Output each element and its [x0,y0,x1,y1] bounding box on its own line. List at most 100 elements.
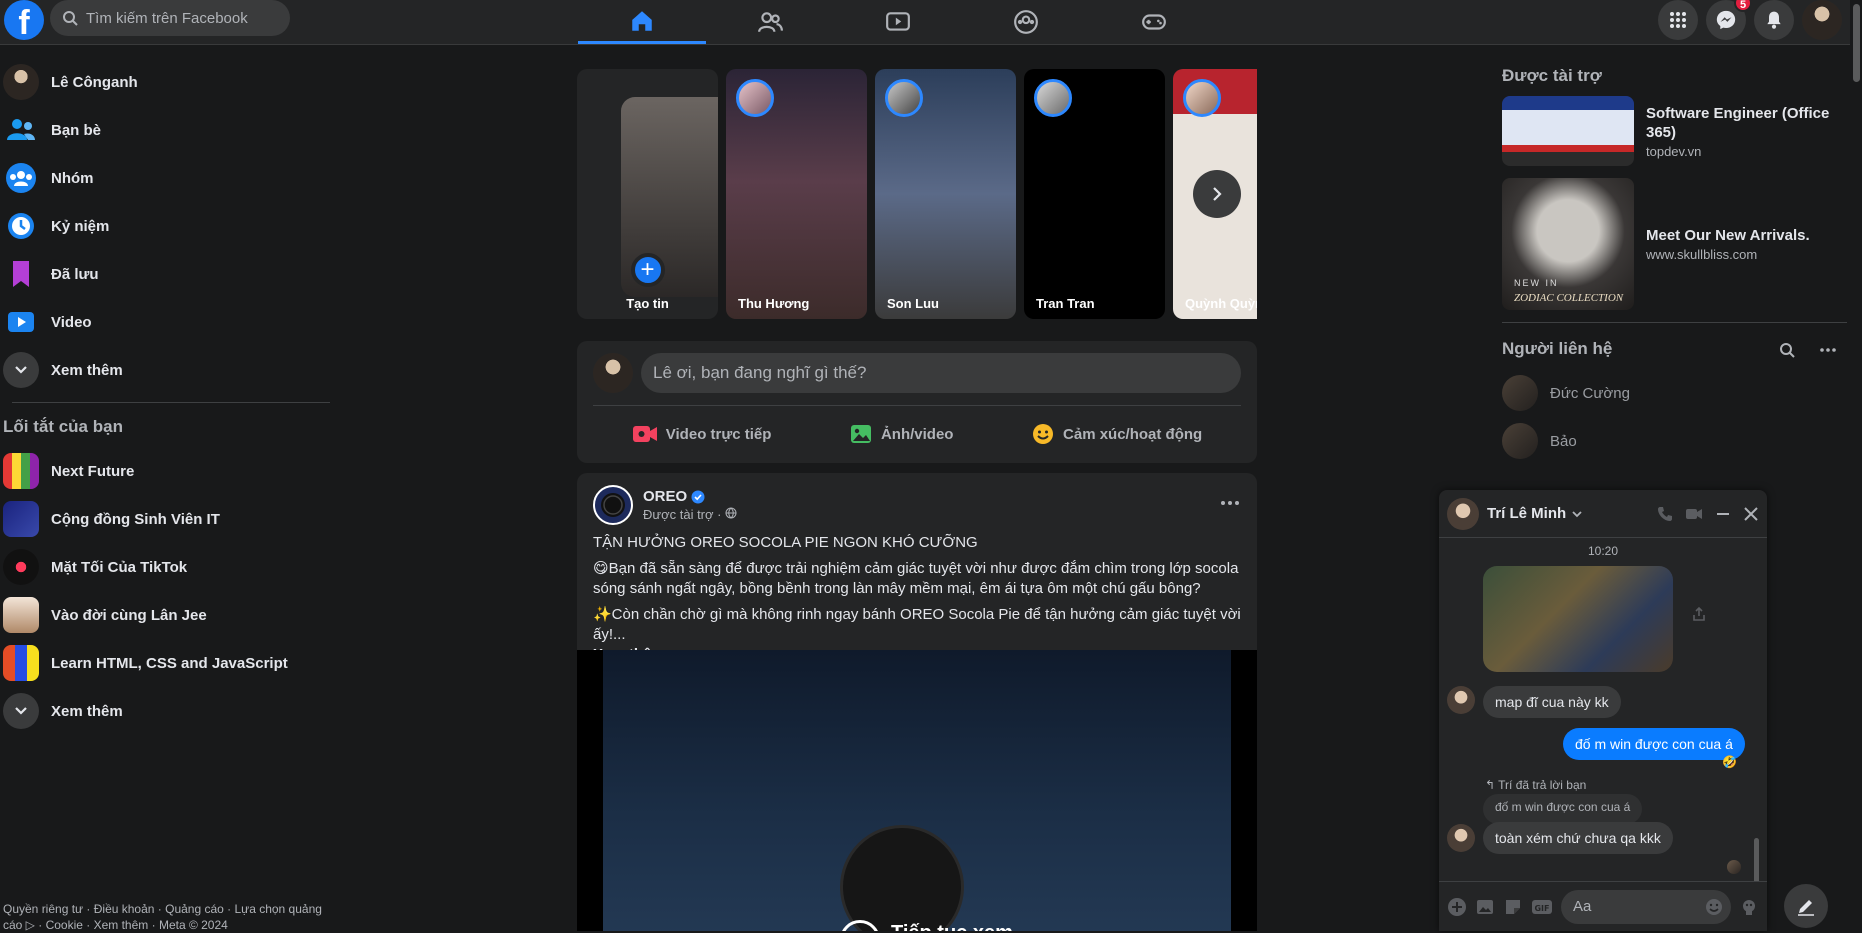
plus-circle-icon[interactable] [1447,897,1467,917]
sidebar-item-saved[interactable]: Đã lưu [0,250,340,298]
shortcut-see-more[interactable]: Xem thêm [0,687,340,735]
shortcut-item[interactable]: Learn HTML, CSS and JavaScript [0,639,340,687]
chat-composer: GIF [1439,881,1767,931]
compose-icon [1798,900,1814,916]
tab-friends[interactable] [706,0,834,44]
message-input[interactable] [1573,898,1663,915]
messenger-button[interactable]: 5 [1706,0,1752,40]
feeling-activity-button[interactable]: Cảm xúc/hoạt động [1031,414,1202,454]
video-call-icon[interactable] [1685,507,1703,521]
story-card[interactable]: Son Luu [875,69,1016,319]
tiktok-logo [3,549,39,585]
post-video[interactable]: Tiếp tục xem [577,650,1257,931]
photo-video-button[interactable]: Ảnh/video [849,414,953,454]
gif-icon[interactable]: GIF [1531,897,1553,917]
tab-gaming[interactable] [1090,0,1218,44]
tab-groups[interactable] [962,0,1090,44]
sidebar-item-groups[interactable]: Nhóm [0,154,340,202]
shortcut-label: Learn HTML, CSS and JavaScript [51,654,288,672]
search-icon[interactable] [1779,342,1795,358]
scrollbar-thumb[interactable] [1853,4,1860,82]
new-message-button[interactable] [1784,884,1828,928]
chevron-down-icon [1572,510,1582,517]
chat-scrollbar[interactable] [1754,838,1759,881]
incoming-message[interactable]: toàn xém chứ chưa qa kkk [1483,822,1673,854]
divider [12,402,330,403]
svg-text:GIF: GIF [1534,904,1549,913]
emoji-icon[interactable] [1705,898,1723,916]
shortcut-item[interactable]: Vào đời cùng Lân Jee [0,591,340,639]
feeling-activity-label: Cảm xúc/hoạt động [1063,425,1203,443]
post-author[interactable]: OREO [643,488,687,505]
bell-icon [1767,11,1781,29]
friends-icon [758,12,783,33]
sidebar-item-memories[interactable]: Kỷ niệm [0,202,340,250]
group-thumbnail [3,597,39,633]
tab-home[interactable] [578,0,706,44]
search-box[interactable] [50,0,290,36]
image-icon[interactable] [1475,897,1495,917]
contact-avatar [1502,423,1538,459]
quoted-message[interactable]: đố m win được con cua á [1483,794,1643,824]
shortcut-item[interactable]: Cộng đồng Sinh Viên IT [0,495,340,543]
shortcut-label: Cộng đồng Sinh Viên IT [51,510,220,528]
sidebar-item-video[interactable]: Video [0,298,340,346]
shortcut-label: Mặt Tối Của TikTok [51,558,188,576]
shortcut-item[interactable]: Mặt Tối Của TikTok [0,543,340,591]
create-story-card[interactable]: + Tạo tin [577,69,718,319]
ad-item[interactable]: Software Engineer (Office 365) topdev.vn [1502,96,1847,166]
sticker-icon[interactable] [1503,897,1523,917]
post-options-button[interactable] [1219,492,1241,519]
group-thumbnail [3,645,39,681]
main-tabs [578,0,1218,44]
ad-item[interactable]: NEW IN ZODIAC COLLECTION Meet Our New Ar… [1502,178,1847,310]
group-thumbnail [3,501,39,537]
sidebar-item-label: Nhóm [51,169,94,187]
minimize-icon[interactable] [1715,506,1731,522]
post-composer: Lê ơi, bạn đang nghĩ gì thế? Video trực … [577,341,1257,463]
outgoing-message[interactable]: đố m win được con cua á [1563,728,1745,760]
video-icon [3,304,39,340]
more-options-icon[interactable] [1819,341,1837,359]
live-video-button[interactable]: Video trực tiếp [632,414,771,454]
story-card[interactable]: Tran Tran [1024,69,1165,319]
chat-contact[interactable]: Trí Lê Minh [1487,505,1582,522]
profile-avatar[interactable] [1802,0,1842,40]
chat-window: Trí Lê Minh 10:20 map đĩ cua này kk đố m… [1439,490,1767,931]
shortcut-item[interactable]: Next Future [0,447,340,495]
menu-button[interactable] [1658,0,1698,40]
search-icon [63,11,78,26]
composer-input[interactable]: Lê ơi, bạn đang nghĩ gì thế? [641,353,1241,393]
contact-item[interactable]: Bảo [1502,417,1847,465]
page-scrollbar[interactable] [1850,0,1862,931]
shared-image[interactable] [1483,566,1673,672]
phone-icon[interactable] [1657,506,1673,522]
close-icon[interactable] [1743,506,1759,522]
ad-image [1502,96,1634,166]
sidebar-item-profile[interactable]: Lê Cônganh [0,58,340,106]
notifications-button[interactable] [1754,0,1794,40]
facebook-logo[interactable]: f [4,0,44,40]
sidebar-item-friends[interactable]: Bạn bè [0,106,340,154]
ad-url: topdev.vn [1646,143,1702,159]
sender-avatar [1447,686,1475,714]
stories-next-button[interactable] [1193,170,1241,218]
sidebar-item-label: Đã lưu [51,265,99,283]
message-input-box[interactable] [1561,889,1731,924]
tab-watch[interactable] [834,0,962,44]
sidebar-item-label: Bạn bè [51,121,102,139]
share-icon[interactable] [1691,606,1707,622]
quick-reaction-icon[interactable] [1739,897,1759,917]
chat-avatar[interactable] [1447,497,1479,530]
chat-messages[interactable]: 10:20 map đĩ cua này kk đố m win được co… [1439,538,1767,881]
contact-item[interactable]: Đức Cường [1502,369,1847,417]
oreo-logo[interactable] [593,485,633,525]
post-sponsored-label: Được tài trợ · [643,507,722,522]
search-input[interactable] [86,9,266,27]
story-card[interactable]: Thu Hương [726,69,867,319]
chevron-down-icon [3,352,39,388]
stories-tray: + Tạo tin Thu Hương Son Luu Tran Tran Qu… [577,69,1257,319]
incoming-message[interactable]: map đĩ cua này kk [1483,686,1621,718]
sidebar-item-see-more[interactable]: Xem thêm [0,346,340,394]
footer-links[interactable]: Quyền riêng tư · Điều khoản · Quảng cáo … [3,901,323,933]
